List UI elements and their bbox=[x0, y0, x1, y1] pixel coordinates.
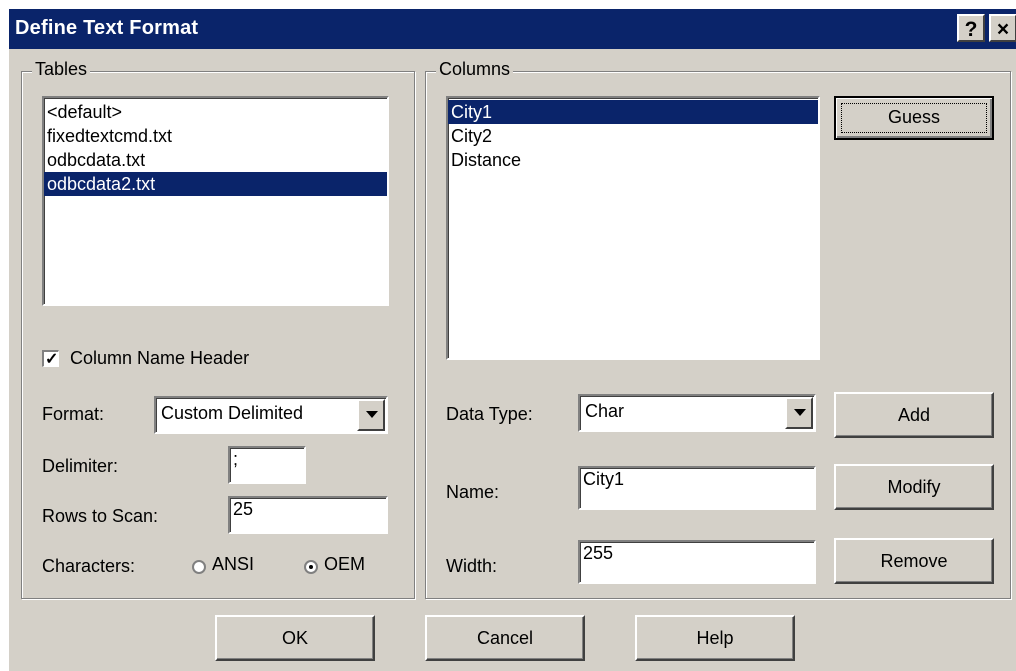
name-input[interactable]: City1 bbox=[578, 466, 816, 510]
title-bar[interactable]: Define Text Format ? × bbox=[9, 9, 1016, 49]
remove-button-label: Remove bbox=[880, 551, 948, 571]
data-type-value: Char bbox=[585, 401, 625, 421]
columns-group: Columns City1 City2 Distance Guess Data … bbox=[425, 59, 1011, 599]
cancel-button-label: Cancel bbox=[476, 628, 534, 648]
add-button[interactable]: Add bbox=[834, 392, 994, 438]
remove-button[interactable]: Remove bbox=[834, 538, 994, 584]
format-label: Format: bbox=[42, 404, 105, 424]
tables-listbox[interactable]: <default> fixedtextcmd.txt odbcdata.txt … bbox=[42, 96, 389, 306]
modify-button[interactable]: Modify bbox=[834, 464, 994, 510]
width-label: Width: bbox=[446, 556, 498, 576]
ansi-radio[interactable] bbox=[192, 560, 206, 574]
columns-item-distance[interactable]: Distance bbox=[448, 148, 818, 172]
delimiter-label: Delimiter: bbox=[42, 456, 119, 476]
rows-to-scan-input[interactable]: 25 bbox=[228, 496, 388, 534]
data-type-combobox[interactable]: Char bbox=[578, 394, 816, 432]
tables-legend: Tables bbox=[32, 59, 91, 80]
define-text-format-dialog: Define Text Format ? × Tables <default> … bbox=[8, 8, 1016, 671]
characters-label: Characters: bbox=[42, 556, 136, 576]
column-name-header-checkbox[interactable]: ✓ bbox=[42, 350, 59, 368]
format-value: Custom Delimited bbox=[161, 403, 304, 423]
help-button-label: Help bbox=[696, 628, 734, 648]
radio-selected-dot bbox=[309, 565, 313, 569]
focus-rect bbox=[841, 103, 987, 133]
tables-group: Tables <default> fixedtextcmd.txt odbcda… bbox=[21, 59, 415, 599]
tables-item-odbcdata2[interactable]: odbcdata2.txt bbox=[44, 172, 387, 196]
ok-button-label: OK bbox=[281, 628, 308, 648]
columns-item-city1[interactable]: City1 bbox=[448, 100, 818, 124]
data-type-label: Data Type: bbox=[446, 404, 533, 424]
columns-item-city2[interactable]: City2 bbox=[448, 124, 818, 148]
data-type-dropdown-button[interactable] bbox=[785, 397, 813, 429]
name-label: Name: bbox=[446, 482, 500, 502]
format-dropdown-button[interactable] bbox=[357, 399, 385, 431]
oem-label: OEM bbox=[324, 554, 366, 574]
width-input[interactable]: 255 bbox=[578, 540, 816, 584]
ansi-label: ANSI bbox=[212, 554, 255, 574]
guess-button[interactable]: Guess bbox=[834, 96, 994, 140]
checkmark-icon: ✓ bbox=[45, 351, 59, 368]
ok-button[interactable]: OK bbox=[215, 615, 375, 661]
tables-item-default[interactable]: <default> bbox=[44, 100, 387, 124]
help-question-icon[interactable]: ? bbox=[957, 14, 985, 42]
tables-item-fixedtextcmd[interactable]: fixedtextcmd.txt bbox=[44, 124, 387, 148]
columns-legend: Columns bbox=[436, 59, 514, 80]
columns-listbox[interactable]: City1 City2 Distance bbox=[446, 96, 820, 360]
chevron-down-icon bbox=[366, 411, 378, 418]
help-button[interactable]: Help bbox=[635, 615, 795, 661]
delimiter-input[interactable]: ; bbox=[228, 446, 306, 484]
close-icon[interactable]: × bbox=[989, 14, 1016, 42]
chevron-down-icon bbox=[794, 409, 806, 416]
tables-item-odbcdata[interactable]: odbcdata.txt bbox=[44, 148, 387, 172]
format-combobox[interactable]: Custom Delimited bbox=[154, 396, 388, 434]
column-name-header-label: Column Name Header bbox=[70, 348, 250, 368]
cancel-button[interactable]: Cancel bbox=[425, 615, 585, 661]
rows-to-scan-label: Rows to Scan: bbox=[42, 506, 159, 526]
modify-button-label: Modify bbox=[887, 477, 941, 497]
add-button-label: Add bbox=[897, 405, 931, 425]
dialog-title: Define Text Format bbox=[15, 17, 199, 39]
oem-radio[interactable] bbox=[304, 560, 318, 574]
